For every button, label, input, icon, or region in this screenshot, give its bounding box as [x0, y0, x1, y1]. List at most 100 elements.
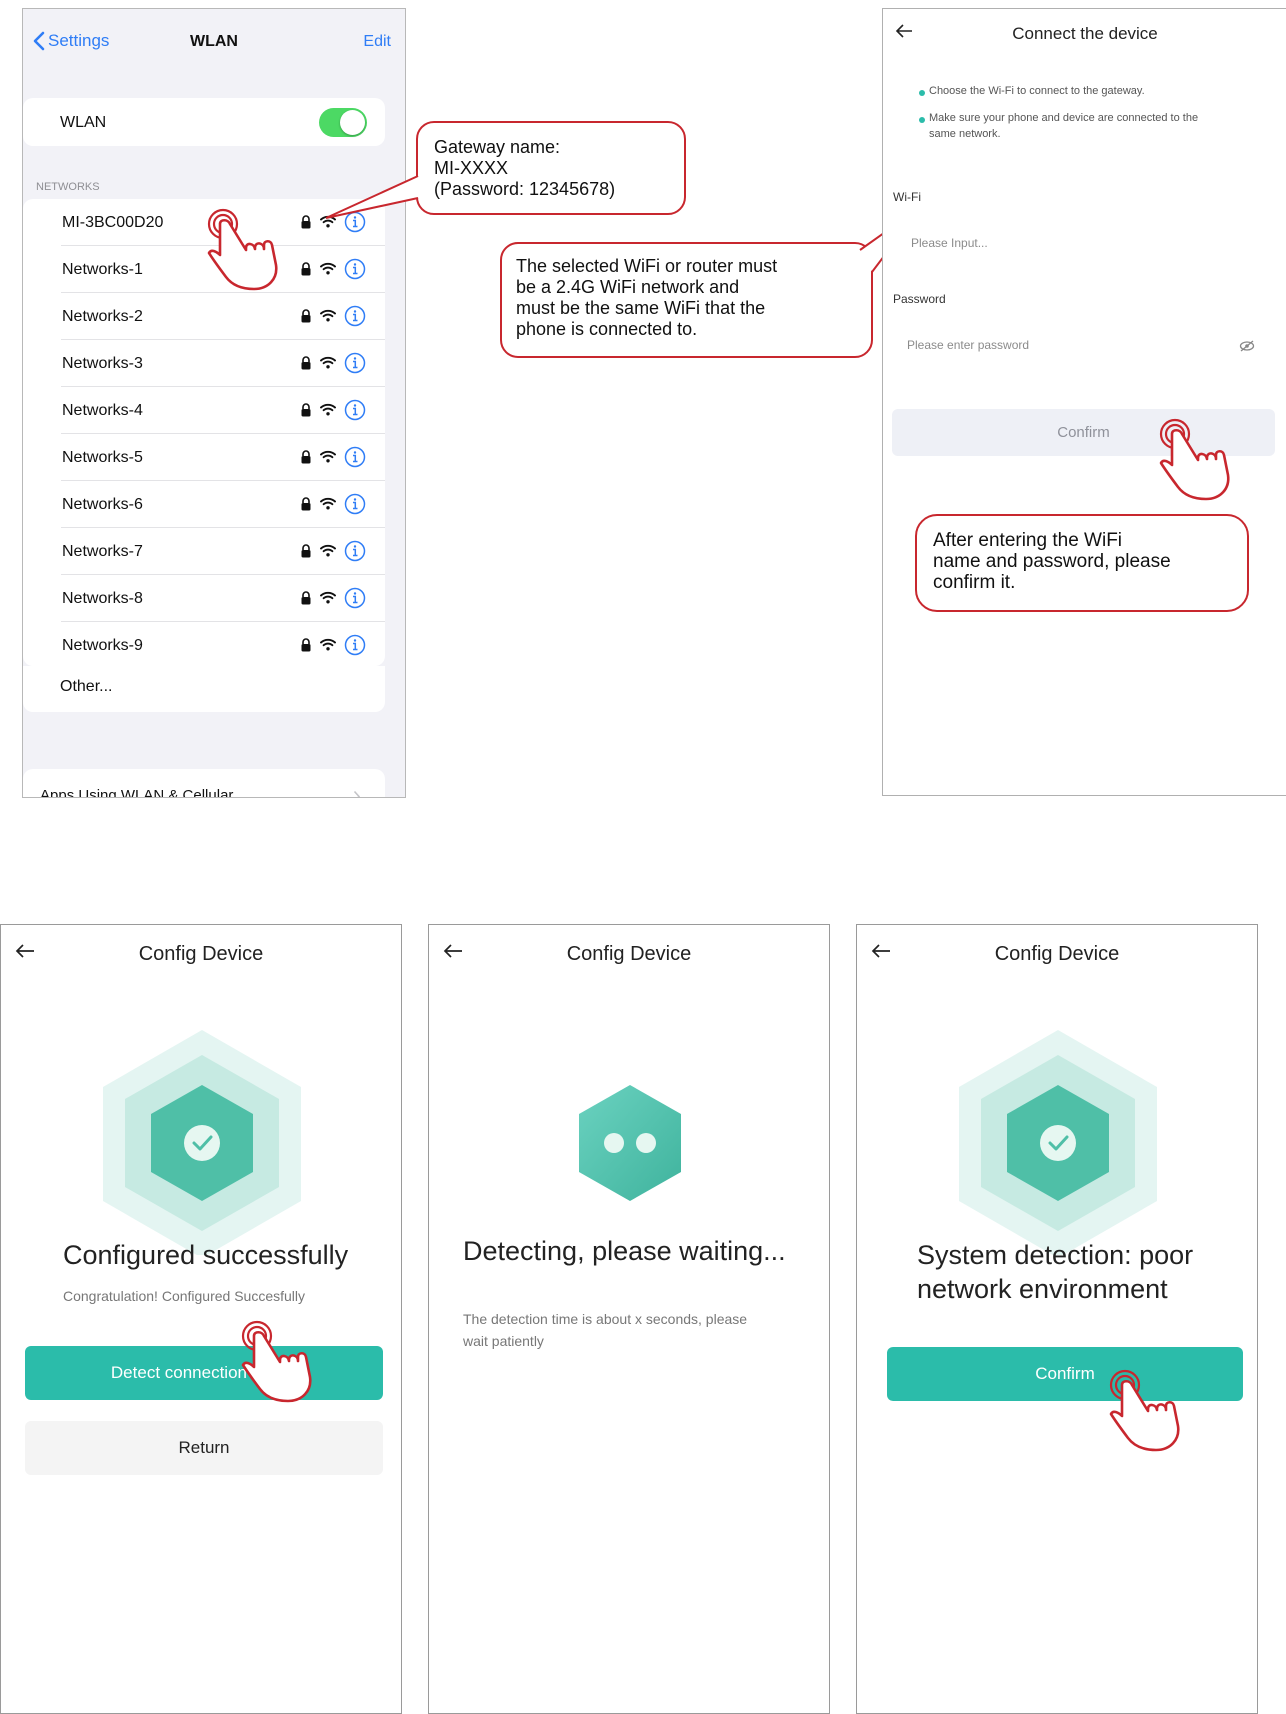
lock-icon	[301, 403, 311, 417]
network-row[interactable]: Networks-2	[23, 293, 385, 340]
callout-pointer	[325, 175, 419, 219]
config-success-screen: Config Device Configured successfully Co…	[0, 924, 402, 1714]
status-subtext: The detection time is about x seconds, p…	[463, 1311, 748, 1327]
gateway-callout: Gateway name: MI-XXXX (Password: 1234567…	[416, 121, 686, 215]
confirm-button[interactable]: Confirm	[887, 1347, 1243, 1401]
lock-icon	[301, 215, 311, 229]
info-icon[interactable]	[344, 352, 366, 374]
network-row[interactable]: Networks-8	[23, 575, 385, 622]
wifi-note-line: The selected WiFi or router must	[516, 256, 778, 276]
detecting-icon	[579, 1085, 681, 1201]
chevron-right-icon	[353, 790, 361, 797]
network-name: Networks-2	[62, 308, 143, 325]
wifi-icon	[320, 638, 336, 651]
info-icon[interactable]	[344, 305, 366, 327]
status-heading: Detecting, please waiting...	[463, 1236, 786, 1266]
info-icon[interactable]	[344, 540, 366, 562]
gateway-callout-line: (Password: 12345678)	[434, 179, 616, 199]
wifi-icon	[320, 356, 336, 369]
network-name: Networks-5	[62, 449, 143, 466]
network-row[interactable]: Networks-4	[23, 387, 385, 434]
info-icon[interactable]	[344, 446, 366, 468]
confirm-note-line: confirm it.	[933, 572, 1016, 593]
eye-hidden-icon[interactable]	[1239, 339, 1255, 353]
wifi-label: Wi-Fi	[893, 190, 921, 204]
wlan-toggle-label: WLAN	[60, 114, 107, 131]
status-subtext: wait patiently	[463, 1333, 544, 1349]
return-button[interactable]: Return	[25, 1421, 383, 1475]
edit-button[interactable]: Edit	[363, 33, 391, 51]
status-heading: network environment	[917, 1274, 1168, 1304]
status-subtext: Congratulation! Configured Succesfully	[63, 1288, 306, 1304]
wifi-note-line: be a 2.4G WiFi network and	[516, 277, 740, 297]
lock-icon	[301, 262, 311, 276]
wifi-icon	[320, 497, 336, 510]
status-heading: System detection: poor	[917, 1240, 1194, 1270]
confirm-note-line: After entering the WiFi	[933, 530, 1123, 551]
connect-device-screen: Connect the device Choose the Wi-Fi to c…	[882, 8, 1286, 796]
success-check-icon	[959, 1030, 1157, 1255]
tap-hand-icon	[241, 1320, 312, 1403]
tip-text: Choose the Wi-Fi to connect to the gatew…	[929, 85, 1145, 97]
info-icon[interactable]	[344, 634, 366, 656]
network-row[interactable]: Networks-6	[23, 481, 385, 528]
info-icon[interactable]	[344, 258, 366, 280]
wifi-icon	[320, 450, 336, 463]
lock-icon	[301, 497, 311, 511]
status-heading: Configured successfully	[63, 1240, 349, 1270]
apps-label: Apps Using WLAN & Cellular	[40, 787, 234, 798]
lock-icon	[301, 356, 311, 370]
wlan-settings-screen: Settings WLAN Edit WLAN NETWORKS MI-3BC0…	[22, 8, 406, 798]
detect-connection-button[interactable]: Detect connection status	[25, 1346, 383, 1400]
network-name: Networks-4	[62, 402, 143, 419]
network-row[interactable]: Networks-7	[23, 528, 385, 575]
bullet-dot	[919, 117, 925, 123]
info-icon[interactable]	[344, 587, 366, 609]
bullet-dot	[919, 90, 925, 96]
network-name: Networks-1	[62, 261, 143, 278]
info-icon[interactable]	[344, 493, 366, 515]
network-row[interactable]: Networks-5	[23, 434, 385, 481]
wifi-icon	[320, 403, 336, 416]
wlan-toggle[interactable]	[319, 108, 367, 137]
config-poor-network-screen: Config Device System detection: poor net…	[856, 924, 1258, 1714]
confirm-callout: After entering the WiFi name and passwor…	[915, 514, 1249, 612]
tap-hand-icon	[207, 208, 278, 291]
page-title: Config Device	[994, 943, 1120, 965]
wifi-icon	[320, 262, 336, 275]
password-label: Password	[893, 292, 946, 306]
gateway-callout-line: Gateway name:	[434, 137, 561, 157]
page-title: WLAN	[190, 33, 238, 50]
config-detecting-screen: Config Device Detecting, please waiting.…	[428, 924, 830, 1714]
password-input[interactable]: Please enter password	[907, 338, 1029, 352]
network-name: Networks-7	[62, 543, 143, 560]
wifi-note-line: must be the same WiFi that the	[516, 298, 766, 318]
wifi-requirement-callout: The selected WiFi or router must be a 2.…	[500, 242, 873, 358]
tip-text: same network.	[929, 128, 1001, 140]
wifi-icon	[320, 591, 336, 604]
tip-text: Make sure your phone and device are conn…	[929, 112, 1199, 124]
lock-icon	[301, 591, 311, 605]
wifi-note-line: phone is connected to.	[516, 319, 698, 339]
network-name: Networks-8	[62, 590, 143, 607]
network-row[interactable]: Networks-3	[23, 340, 385, 387]
network-row[interactable]: Networks-9	[23, 622, 385, 669]
network-row[interactable]: Networks-1	[23, 246, 385, 293]
networks-section-header: NETWORKS	[36, 181, 100, 193]
page-title: Config Device	[138, 943, 264, 965]
lock-icon	[301, 309, 311, 323]
nav-bar: Settings WLAN Edit	[23, 9, 405, 73]
confirm-note-line: name and password, please	[933, 551, 1171, 572]
wifi-icon	[320, 309, 336, 322]
wifi-input[interactable]: Please Input...	[911, 236, 988, 250]
tap-hand-icon	[1109, 1369, 1180, 1452]
info-icon[interactable]	[344, 399, 366, 421]
apps-using-wlan-row[interactable]: Apps Using WLAN & Cellular	[23, 769, 385, 798]
lock-icon	[301, 544, 311, 558]
success-check-icon	[103, 1030, 301, 1255]
network-name: Networks-3	[62, 355, 143, 372]
other-network-row[interactable]: Other...	[23, 666, 385, 712]
page-title: Config Device	[566, 943, 692, 965]
networks-list: MI-3BC00D20 Networks-1 Networks-2 Networ…	[23, 199, 385, 669]
page-title: Connect the device	[1012, 24, 1158, 43]
